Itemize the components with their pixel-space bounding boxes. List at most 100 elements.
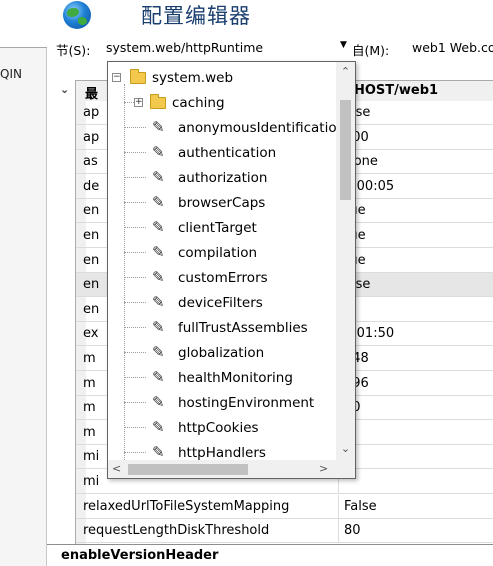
page-title: 配置编辑器 xyxy=(141,4,251,28)
column-divider xyxy=(338,519,339,544)
folder-icon xyxy=(130,69,146,84)
tree-node[interactable]: ✎ fullTrustAssemblies xyxy=(108,315,336,340)
left-panel-text: QIN xyxy=(0,67,22,81)
tree-line xyxy=(124,127,146,128)
globe-icon xyxy=(63,1,91,29)
horizontal-scrollbar[interactable]: < > xyxy=(108,460,336,478)
tree-node-label: authorization xyxy=(178,170,268,186)
property-value[interactable]: False xyxy=(344,499,377,514)
pen-icon: ✎ xyxy=(152,168,165,186)
tree-node[interactable]: ✎ clientTarget xyxy=(108,215,336,240)
tree-line xyxy=(124,152,146,153)
tree-node[interactable]: ✎ authentication xyxy=(108,140,336,165)
chevron-down-icon[interactable]: ▼ xyxy=(340,40,347,50)
tree-node[interactable]: ✎ healthMonitoring xyxy=(108,365,336,390)
scroll-down-icon[interactable]: ⌄ xyxy=(336,442,355,455)
pen-icon: ✎ xyxy=(152,118,165,136)
group-header-location: HOST/web1 xyxy=(354,83,439,98)
scroll-up-icon[interactable]: ⌃ xyxy=(336,65,355,78)
page-header: 配置编辑器 xyxy=(47,0,493,36)
tree-node-label: compilation xyxy=(178,245,258,261)
pen-icon: ✎ xyxy=(152,343,165,361)
scroll-thumb[interactable] xyxy=(128,464,248,475)
tree-node-label: caching xyxy=(172,95,225,111)
tree-line xyxy=(124,327,146,328)
pen-icon: ✎ xyxy=(152,418,165,436)
scroll-left-icon[interactable]: < xyxy=(112,462,121,475)
tree-node-caching[interactable]: + caching xyxy=(108,90,336,115)
grid-row[interactable]: relaxedUrlToFileSystemMapping False xyxy=(76,494,493,519)
tree-node-label: httpHandlers xyxy=(178,445,266,460)
tree-line xyxy=(124,227,146,228)
tree-node-label: httpCookies xyxy=(178,420,259,436)
tree-line xyxy=(124,277,146,278)
tree-node-root[interactable]: − system.web xyxy=(108,65,336,90)
pen-icon: ✎ xyxy=(152,218,165,236)
tree-node-label: fullTrustAssemblies xyxy=(178,320,308,336)
tree-line xyxy=(124,202,146,203)
config-editor-window: QIN 配置编辑器 节(S): system.web/httpRuntime ▼… xyxy=(0,0,493,566)
from-label: 自(M): xyxy=(352,43,390,58)
tree-node[interactable]: ✎ customErrors xyxy=(108,265,336,290)
section-selector-row: 节(S): system.web/httpRuntime ▼ 自(M): web… xyxy=(47,38,493,58)
tree-node[interactable]: ✎ anonymousIdentification xyxy=(108,115,336,140)
collapse-icon[interactable]: − xyxy=(112,73,121,82)
tree-node-label: clientTarget xyxy=(178,220,257,236)
folder-icon xyxy=(150,94,166,109)
property-value[interactable]: 80 xyxy=(344,523,361,538)
section-label: 节(S): xyxy=(56,43,91,58)
tree-node-label: deviceFilters xyxy=(178,295,263,311)
section-dropdown[interactable]: system.web/httpRuntime xyxy=(106,40,263,55)
description-panel: enableVersionHeader xyxy=(47,544,493,566)
description-title: enableVersionHeader xyxy=(61,548,219,563)
tree-line xyxy=(124,177,146,178)
tree-node[interactable]: ✎ hostingEnvironment xyxy=(108,390,336,415)
pen-icon: ✎ xyxy=(152,268,165,286)
from-dropdown[interactable]: web1 Web.config xyxy=(412,40,493,55)
tree-node-label: browserCaps xyxy=(178,195,266,211)
tree-node-label: hostingEnvironment xyxy=(178,395,315,411)
tree-node[interactable]: ✎ httpCookies xyxy=(108,415,336,440)
tree-node[interactable]: ✎ authorization xyxy=(108,165,336,190)
tree-line xyxy=(124,377,146,378)
tree-node-label: customErrors xyxy=(178,270,268,286)
group-header-label: 最 xyxy=(85,87,99,102)
collapse-icon[interactable]: ⌄ xyxy=(60,83,69,96)
column-divider xyxy=(338,494,339,519)
property-name: relaxedUrlToFileSystemMapping xyxy=(83,498,290,514)
tree-node[interactable]: ✎ globalization xyxy=(108,340,336,365)
tree-node-label: globalization xyxy=(178,345,265,361)
pen-icon: ✎ xyxy=(152,318,165,336)
expand-icon[interactable]: + xyxy=(134,98,143,107)
tree-node[interactable]: ✎ httpHandlers xyxy=(108,440,336,460)
scroll-thumb[interactable] xyxy=(340,100,351,200)
scroll-right-icon[interactable]: > xyxy=(319,462,328,475)
pen-icon: ✎ xyxy=(152,193,165,211)
tree-node[interactable]: ✎ compilation xyxy=(108,240,336,265)
tree-line xyxy=(124,427,146,428)
tree-line xyxy=(124,402,146,403)
tree-node-label: authentication xyxy=(178,145,277,161)
pen-icon: ✎ xyxy=(152,293,165,311)
tree-line xyxy=(124,352,146,353)
section-tree-dropdown[interactable]: − system.web + caching ✎ anonymousIdentif… xyxy=(107,61,356,479)
tree-node-label: system.web xyxy=(152,70,234,86)
left-panel: QIN xyxy=(0,0,47,566)
tree-line xyxy=(124,452,146,453)
vertical-scrollbar[interactable]: ⌃ ⌄ xyxy=(336,62,355,460)
pen-icon: ✎ xyxy=(152,143,165,161)
tree-line xyxy=(124,252,146,253)
scrollbar-corner xyxy=(336,460,355,478)
tree-node-label: anonymousIdentification xyxy=(178,120,336,136)
left-panel-toolbar xyxy=(0,0,47,48)
tree-node[interactable]: ✎ deviceFilters xyxy=(108,290,336,315)
tree-node[interactable]: ✎ browserCaps xyxy=(108,190,336,215)
property-name: requestLengthDiskThreshold xyxy=(83,523,270,539)
section-tree: − system.web + caching ✎ anonymousIdentif… xyxy=(108,62,336,460)
pen-icon: ✎ xyxy=(152,443,165,460)
pen-icon: ✎ xyxy=(152,368,165,386)
grid-row[interactable]: requestLengthDiskThreshold 80 xyxy=(76,519,493,544)
tree-node-label: healthMonitoring xyxy=(178,370,293,386)
tree-line xyxy=(124,302,146,303)
pen-icon: ✎ xyxy=(152,393,165,411)
